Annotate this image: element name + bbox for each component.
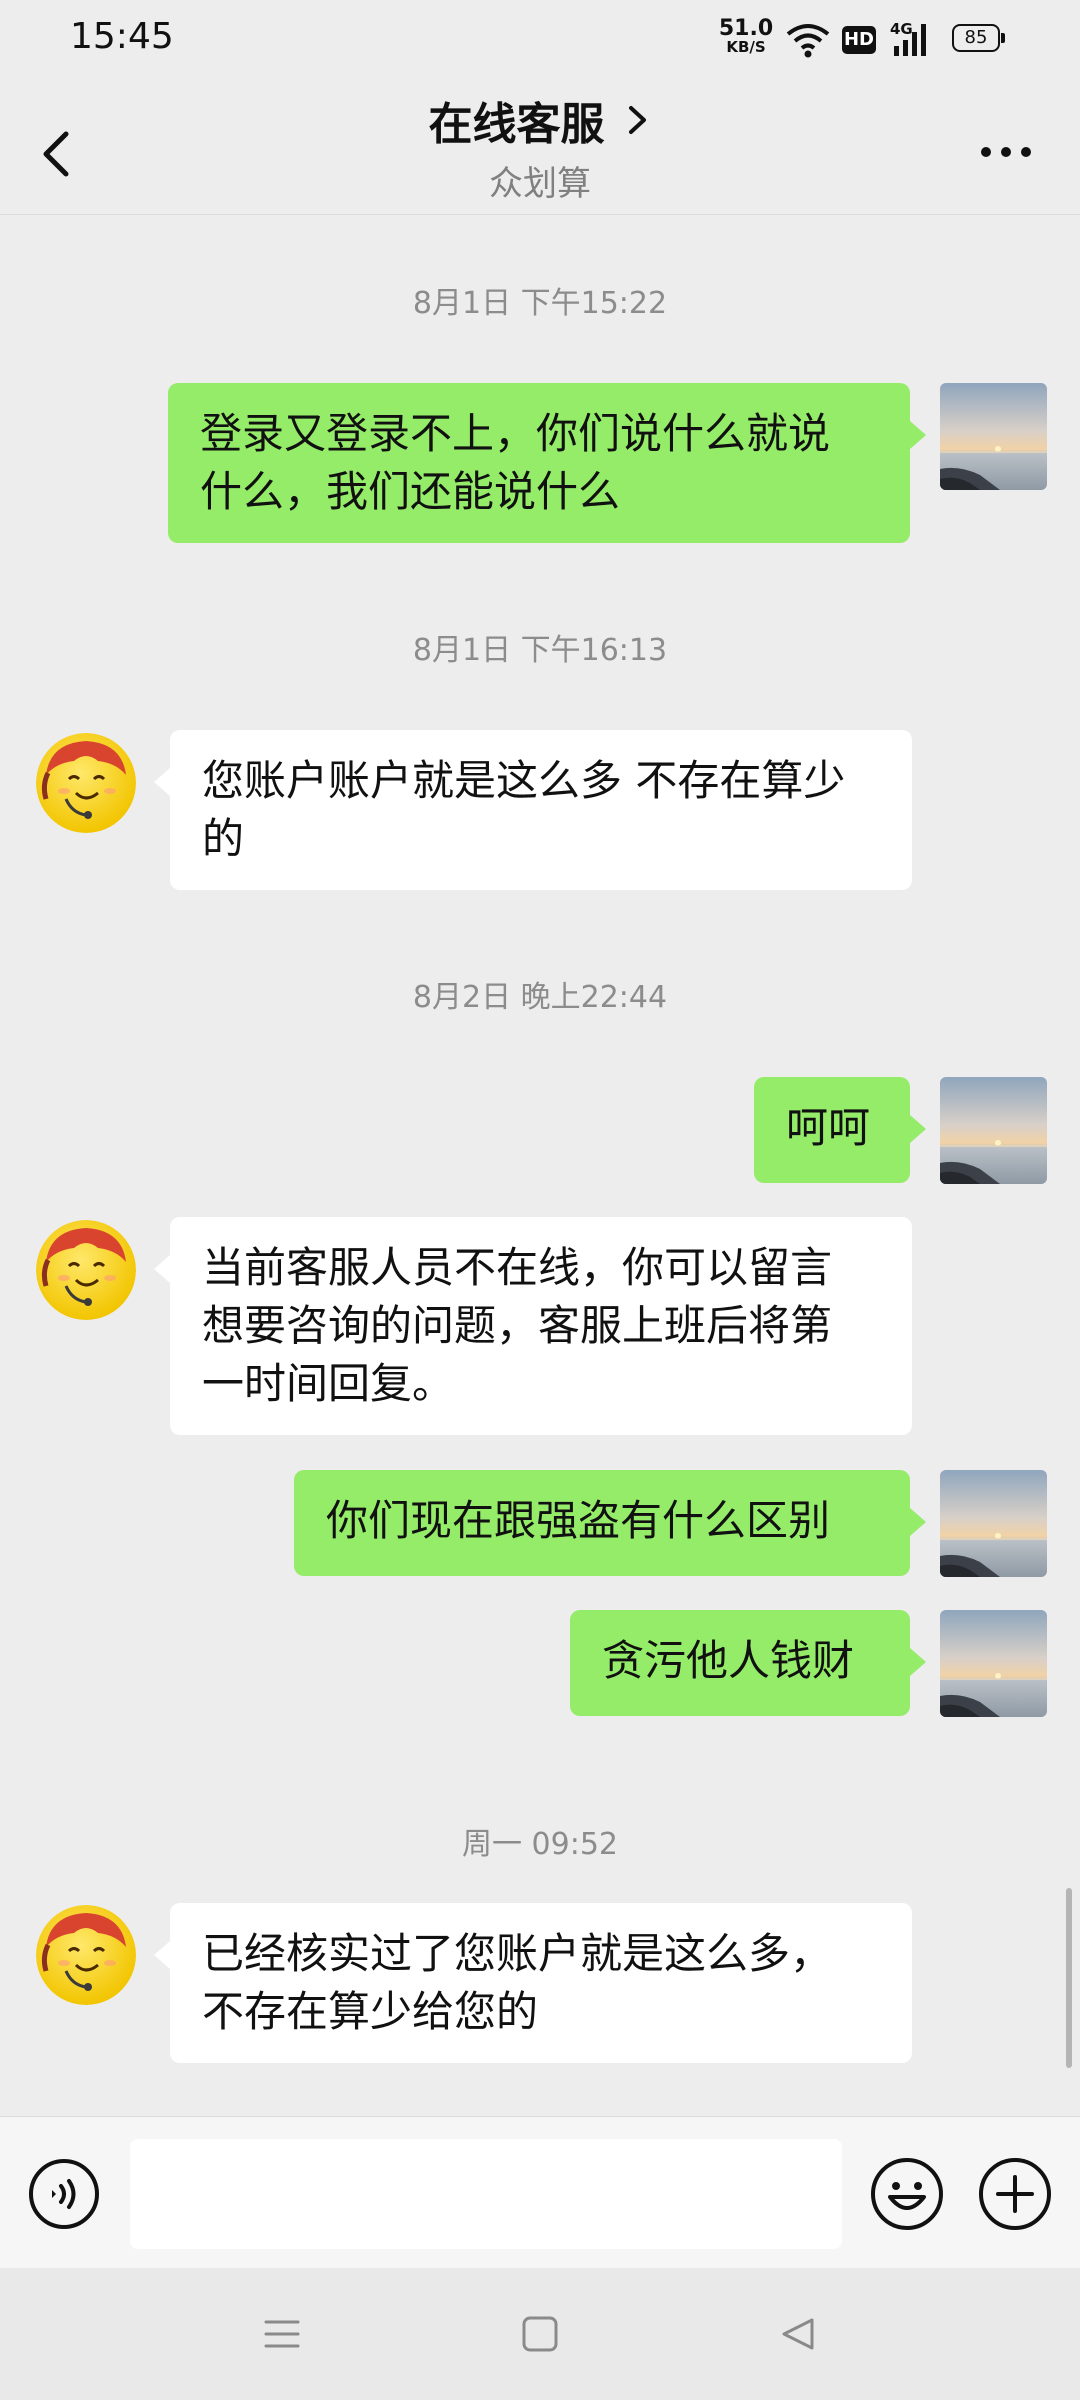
chat-history[interactable]: 8月1日 下午15:22 登录又登录不上，你们说什么就说 什么，我们还能说什么 … — [0, 215, 1080, 2115]
message-line: 您账户账户就是这么多 不存在算少 — [202, 756, 846, 805]
emoji-icon[interactable] — [870, 2157, 944, 2231]
message-timestamp: 周一 09:52 — [462, 1827, 618, 1862]
wifi-icon — [786, 24, 830, 58]
chat-scrollbar[interactable] — [1066, 1888, 1072, 2068]
user-avatar[interactable] — [940, 383, 1047, 490]
message-line: 贪污他人钱财 — [602, 1636, 855, 1685]
plus-icon[interactable] — [978, 2157, 1052, 2231]
message-line: 一时间回复。 — [202, 1359, 455, 1408]
user-avatar[interactable] — [940, 1470, 1047, 1577]
page-subtitle: 众划算 — [489, 164, 591, 204]
outgoing-message[interactable]: 你们现在跟强盗有什么区别 — [294, 1470, 926, 1576]
title-link[interactable]: 在线客服 — [0, 88, 1080, 152]
network-speed: 51.0 KB/S — [718, 16, 774, 57]
signal-icon: 4G — [890, 20, 930, 58]
more-dots-icon[interactable] — [976, 132, 1036, 172]
user-avatar[interactable] — [940, 1077, 1047, 1184]
voice-icon[interactable] — [28, 2158, 100, 2230]
status-time: 15:45 — [70, 16, 174, 57]
support-avatar[interactable] — [36, 1220, 136, 1320]
message-line: 呵呵 — [786, 1103, 871, 1152]
message-input[interactable] — [130, 2139, 842, 2249]
outgoing-message[interactable]: 登录又登录不上，你们说什么就说 什么，我们还能说什么 — [168, 383, 926, 543]
network-speed-unit: KB/S — [726, 38, 766, 56]
message-line: 想要咨询的问题，客服上班后将第 — [202, 1301, 833, 1350]
message-timestamp: 8月1日 下午15:22 — [412, 286, 668, 321]
battery-icon: 85 — [952, 24, 1008, 54]
incoming-message[interactable]: 当前客服人员不在线，你可以留言 想要咨询的问题，客服上班后将第 一时间回复。 — [154, 1217, 912, 1435]
message-line: 什么，我们还能说什么 — [200, 467, 621, 516]
chat-header: 在线客服 众划算 — [0, 80, 1080, 215]
input-bar — [0, 2116, 1080, 2269]
message-line: 已经核实过了您账户就是这么多， — [202, 1929, 833, 1978]
menu-icon[interactable] — [260, 2312, 304, 2356]
status-bar: 15:45 51.0 KB/S HD 4G 85 — [0, 0, 1080, 80]
home-square-icon[interactable] — [518, 2312, 562, 2356]
page-title[interactable]: 在线客服 — [428, 88, 604, 152]
message-line: 的 — [202, 814, 245, 863]
message-timestamp: 8月2日 晚上22:44 — [412, 980, 668, 1015]
message-line: 不存在算少给您的 — [202, 1987, 539, 2036]
chevron-right-icon[interactable] — [622, 100, 652, 140]
support-avatar[interactable] — [36, 1905, 136, 2005]
message-line: 你们现在跟强盗有什么区别 — [326, 1496, 831, 1545]
message-line: 当前客服人员不在线，你可以留言 — [202, 1243, 833, 1292]
incoming-message[interactable]: 您账户账户就是这么多 不存在算少 的 — [154, 730, 912, 890]
system-nav-bar — [0, 2268, 1080, 2400]
network-speed-value: 51.0 — [718, 16, 774, 41]
battery-level: 85 — [964, 27, 988, 48]
triangle-back-icon[interactable] — [776, 2312, 820, 2356]
support-avatar[interactable] — [36, 733, 136, 833]
incoming-message[interactable]: 已经核实过了您账户就是这么多， 不存在算少给您的 — [154, 1903, 912, 2063]
message-timestamp: 8月1日 下午16:13 — [412, 633, 668, 668]
hd-badge: HD — [842, 26, 876, 54]
message-line: 登录又登录不上，你们说什么就说 — [200, 409, 831, 458]
outgoing-message[interactable]: 贪污他人钱财 — [570, 1610, 926, 1716]
user-avatar[interactable] — [940, 1610, 1047, 1717]
outgoing-message[interactable]: 呵呵 — [754, 1077, 926, 1183]
